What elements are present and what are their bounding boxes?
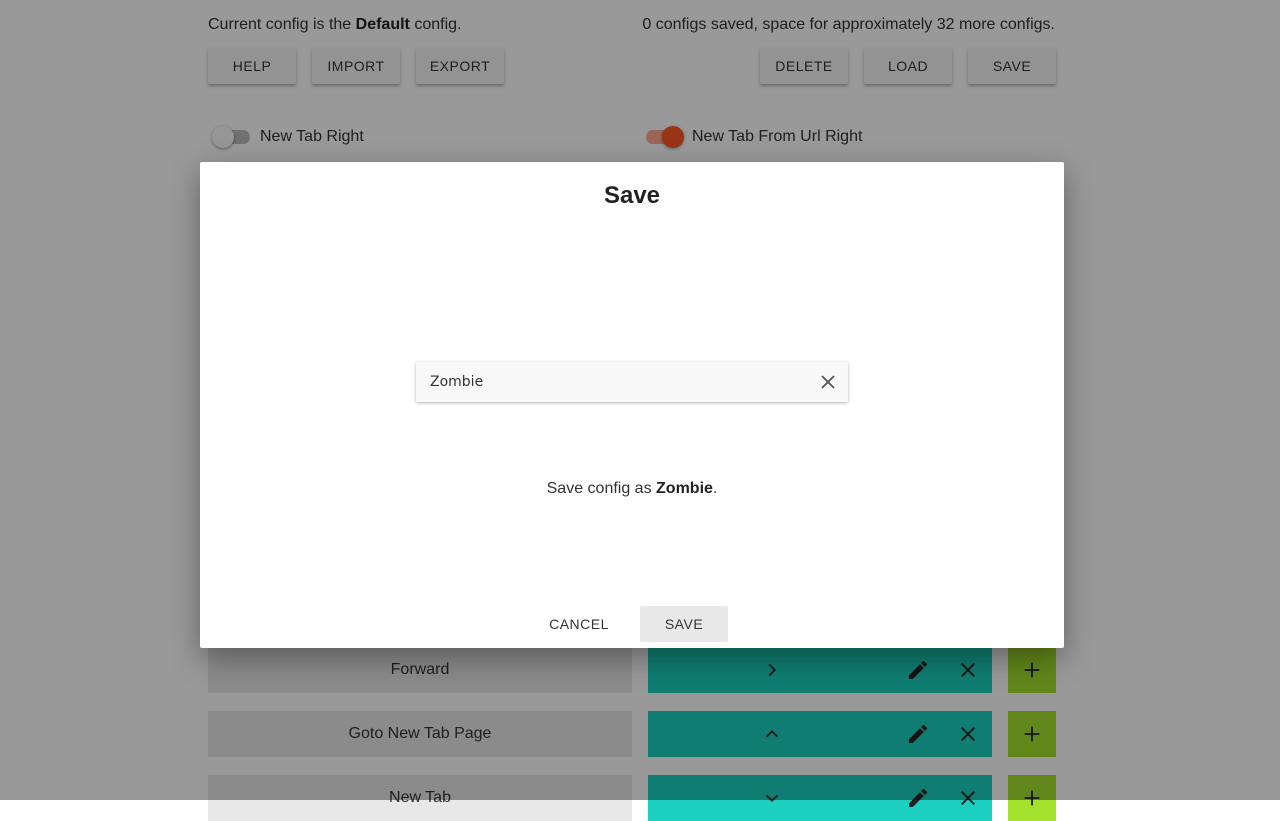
save-dialog: Save Save config as Zombie. CANCEL SAVE [200, 162, 1064, 648]
dialog-title: Save [603, 182, 661, 209]
message-suffix: . [712, 480, 718, 497]
save-button[interactable]: SAVE [640, 606, 728, 642]
config-name-input[interactable] [416, 362, 796, 402]
config-name-field[interactable] [416, 362, 848, 402]
cancel-button[interactable]: CANCEL [536, 606, 622, 642]
clear-input-icon[interactable] [820, 374, 836, 390]
message-config-name: Zombie [656, 480, 713, 497]
save-message: Save config as Zombie. [200, 480, 1064, 498]
message-prefix: Save config as [546, 480, 652, 497]
